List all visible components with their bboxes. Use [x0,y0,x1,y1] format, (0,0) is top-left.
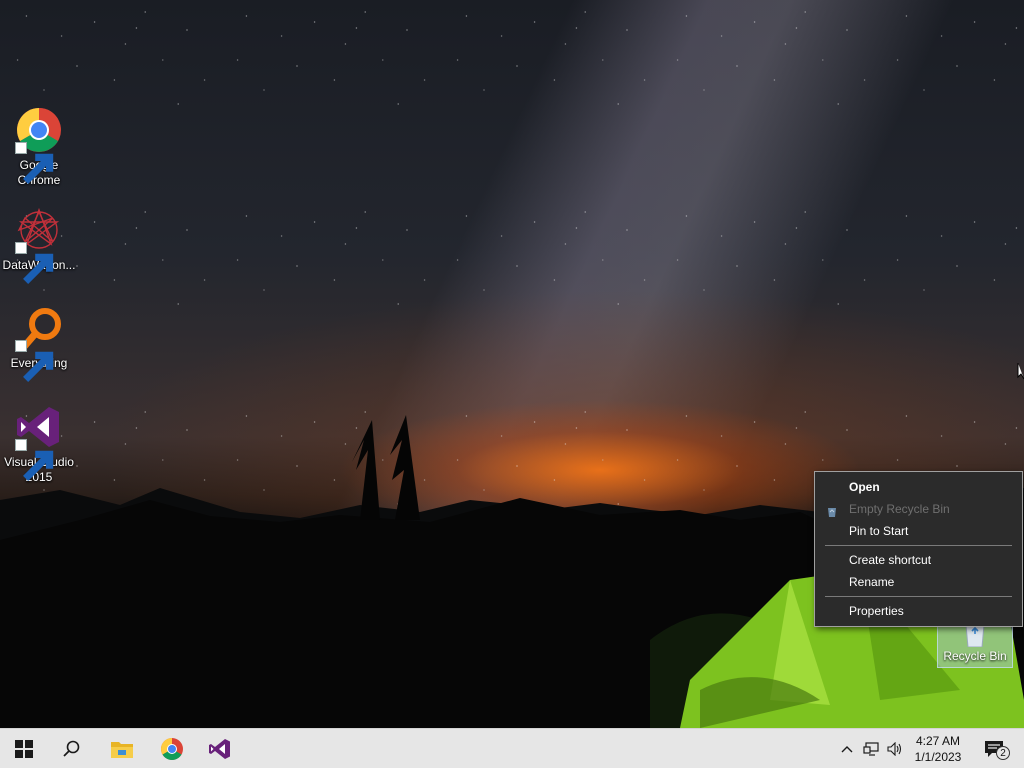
menu-separator [825,545,1012,546]
everything-icon [15,304,63,382]
chrome-icon [161,738,183,760]
search-button[interactable] [48,729,96,769]
volume-button[interactable] [884,729,906,769]
network-button[interactable] [860,729,882,769]
shortcut-arrow-icon [15,142,54,184]
menu-item-pin-to-start[interactable]: Pin to Start [815,520,1022,542]
volume-icon [887,742,902,756]
taskbar-clock[interactable]: 4:27 AM 1/1/2023 [908,729,968,769]
desktop-icon-visual-studio[interactable]: Visual Studio 2015 [1,403,77,485]
shortcut-arrow-icon [15,242,54,284]
desktop-icon-label: Recycle Bin [943,649,1007,663]
menu-item-label: Properties [849,604,904,618]
chrome-icon [15,106,63,184]
visual-studio-icon [15,403,63,481]
chevron-up-icon [841,746,853,753]
menu-item-open[interactable]: Open [815,476,1022,498]
menu-item-label: Open [849,480,880,494]
mouse-cursor-icon [1017,363,1024,380]
context-menu: Open Empty Recycle Bin Pin to Start Crea… [814,471,1023,627]
shortcut-arrow-icon [15,340,54,382]
chrome-taskbar-button[interactable] [148,729,196,769]
show-hidden-icons-button[interactable] [838,729,856,769]
menu-item-label: Create shortcut [849,553,932,567]
shortcut-arrow-icon [15,439,54,481]
network-icon [863,742,879,756]
file-explorer-icon [111,742,133,758]
menu-item-rename[interactable]: Rename [815,571,1022,593]
menu-item-create-shortcut[interactable]: Create shortcut [815,549,1022,571]
start-button[interactable] [0,729,48,769]
desktop-icon-everything[interactable]: Everything [1,304,77,382]
menu-item-properties[interactable]: Properties [815,600,1022,622]
menu-item-label: Empty Recycle Bin [849,502,950,516]
menu-item-label: Pin to Start [849,524,909,538]
clock-time: 4:27 AM [915,734,961,748]
taskbar: 4:27 AM 1/1/2023 2 [0,728,1024,768]
search-icon [63,740,80,757]
menu-item-empty-recycle-bin: Empty Recycle Bin [815,498,1022,520]
action-center-button[interactable]: 2 [972,729,1016,769]
desktop-icon-datawagon[interactable]: DataWagon... [1,206,77,284]
clock-date: 1/1/2023 [914,750,962,764]
notification-count-badge: 2 [996,746,1010,760]
visual-studio-taskbar-button[interactable] [196,729,244,769]
file-explorer-button[interactable] [98,729,146,769]
menu-separator [825,596,1012,597]
recycle-small-icon [826,503,838,517]
datawagon-icon [15,206,63,284]
desktop-icon-google-chrome[interactable]: Google Chrome [1,106,77,188]
visual-studio-icon [209,739,230,759]
windows-start-icon [15,740,33,758]
menu-item-label: Rename [849,575,895,589]
